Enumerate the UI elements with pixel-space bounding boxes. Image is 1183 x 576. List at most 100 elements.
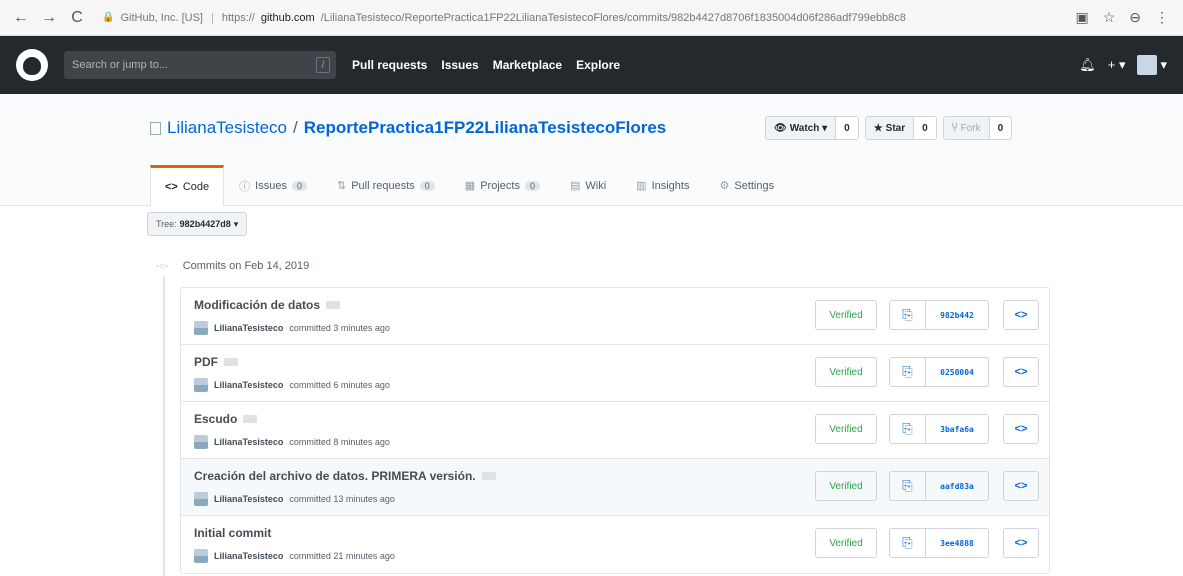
repo-owner-link[interactable]: LilianaTesisteco <box>167 118 287 138</box>
star-button[interactable]: ★ Star <box>865 117 915 139</box>
author-avatar[interactable] <box>194 321 208 335</box>
star-count[interactable]: 0 <box>914 117 936 139</box>
header-actions: 🔔︎ + ▾ ▾ <box>1079 55 1167 75</box>
commit-message-link[interactable]: Modificación de datos <box>194 298 320 312</box>
fork-count[interactable]: 0 <box>989 117 1012 139</box>
clipboard-icon[interactable]: ⎘ <box>890 472 926 500</box>
browse-code-button[interactable]: <> <box>1003 357 1039 387</box>
tab-counter: 0 <box>524 180 540 191</box>
project-icon: ▦ <box>464 180 476 192</box>
clipboard-icon[interactable]: ⎘ <box>890 358 926 386</box>
commit-author[interactable]: LilianaTesisteco <box>214 437 283 447</box>
browser-menu-icon[interactable]: ⋮ <box>1155 9 1169 26</box>
verified-badge[interactable]: Verified <box>815 471 877 501</box>
bookmark-star-icon[interactable]: ☆ <box>1103 9 1116 26</box>
repo-name-link[interactable]: ReportePractica1FP22LilianaTesistecoFlor… <box>304 118 667 138</box>
commit-message-link[interactable]: Initial commit <box>194 526 271 540</box>
clipboard-icon[interactable]: ⎘ <box>890 301 926 329</box>
watch-button[interactable]: 👁︎ Watch ▾ <box>766 117 837 139</box>
tab-insights[interactable]: ▥ Insights <box>621 165 704 205</box>
verified-badge[interactable]: Verified <box>815 528 877 558</box>
create-new-button[interactable]: + ▾ <box>1108 57 1126 73</box>
search-input[interactable]: Search or jump to... / <box>64 51 336 79</box>
verified-badge[interactable]: Verified <box>815 414 877 444</box>
user-menu[interactable]: ▾ <box>1137 55 1167 75</box>
nav-issues[interactable]: Issues <box>441 58 478 72</box>
star-group: ★ Star 0 <box>864 116 937 140</box>
tab-label: Code <box>182 181 210 193</box>
repo-tabs: <> Code ⓘ Issues 0 ⇅ Pull requests 0 ▦ P… <box>150 165 789 206</box>
commit-sha-link[interactable]: 3bafa6a <box>926 415 988 443</box>
commit-sha-link[interactable]: 982b442 <box>926 301 988 329</box>
tab-wiki[interactable]: ▤ Wiki <box>555 165 621 205</box>
commit-author[interactable]: LilianaTesisteco <box>214 323 283 333</box>
commit-meta: LilianaTesisteco committed 3 minutes ago <box>194 321 390 335</box>
commit-author[interactable]: LilianaTesisteco <box>214 551 283 561</box>
commit-row: Initial commit LilianaTesisteco committe… <box>181 516 1049 573</box>
address-bar[interactable]: 🔒 GitHub, Inc. [US] | https:// github.com… <box>94 5 1069 31</box>
pull-request-icon: ⇅ <box>336 180 347 192</box>
search-placeholder: Search or jump to... <box>72 59 168 71</box>
translate-icon[interactable]: ▣ <box>1075 9 1088 26</box>
site-identity: GitHub, Inc. [US] <box>120 11 203 24</box>
browse-code-button[interactable]: <> <box>1003 300 1039 330</box>
commit-sha-link[interactable]: aafd83a <box>926 472 988 500</box>
commit-meta: LilianaTesisteco committed 13 minutes ag… <box>194 492 395 506</box>
git-commit-icon: -○- <box>156 260 169 272</box>
browse-code-button[interactable]: <> <box>1003 528 1039 558</box>
verified-badge[interactable]: Verified <box>815 357 877 387</box>
tab-label: Issues <box>255 179 287 192</box>
author-avatar[interactable] <box>194 492 208 506</box>
github-logo-icon[interactable] <box>16 49 48 81</box>
ellipsis-expander[interactable] <box>481 472 496 480</box>
clipboard-icon[interactable]: ⎘ <box>890 415 926 443</box>
author-avatar[interactable] <box>194 378 208 392</box>
browse-code-button[interactable]: <> <box>1003 471 1039 501</box>
tab-projects[interactable]: ▦ Projects 0 <box>450 165 555 205</box>
tab-code[interactable]: <> Code <box>150 165 225 206</box>
commit-message-link[interactable]: Creación del archivo de datos. PRIMERA v… <box>194 469 476 483</box>
tab-label: Pull requests <box>351 179 415 192</box>
sha-group: ⎘ 3ee4888 <box>889 528 989 558</box>
nav-explore[interactable]: Explore <box>576 58 620 72</box>
tab-label: Settings <box>734 179 775 192</box>
tab-issues[interactable]: ⓘ Issues 0 <box>224 165 322 205</box>
commit-author[interactable]: LilianaTesisteco <box>214 380 283 390</box>
commit-time: committed 8 minutes ago <box>289 437 390 447</box>
ellipsis-expander[interactable] <box>224 358 238 366</box>
clipboard-icon[interactable]: ⎘ <box>890 529 926 557</box>
forward-icon[interactable]: → <box>38 7 60 29</box>
fork-button[interactable]: Ⴤ Fork <box>943 117 990 139</box>
commit-row: PDF LilianaTesisteco committed 6 minutes… <box>181 345 1049 402</box>
tab-label: Wiki <box>585 179 607 192</box>
commit-group-title: -○- Commits on Feb 14, 2019 <box>156 260 309 272</box>
tab-settings[interactable]: ⚙ Settings <box>704 165 789 205</box>
browse-code-button[interactable]: <> <box>1003 414 1039 444</box>
nav-pull-requests[interactable]: Pull requests <box>352 58 427 72</box>
watch-group: 👁︎ Watch ▾ 0 <box>765 116 859 140</box>
commit-message-link[interactable]: PDF <box>194 355 218 369</box>
watch-count[interactable]: 0 <box>836 117 858 139</box>
back-icon[interactable]: ← <box>10 7 32 29</box>
repo-title-separator: / <box>293 118 298 137</box>
tab-pull-requests[interactable]: ⇅ Pull requests 0 <box>322 165 450 205</box>
github-header: Search or jump to... / Pull requests Iss… <box>0 36 1183 94</box>
sha-group: ⎘ aafd83a <box>889 471 989 501</box>
commit-author[interactable]: LilianaTesisteco <box>214 494 283 504</box>
commit-sha-link[interactable]: 3ee4888 <box>926 529 988 557</box>
ellipsis-expander[interactable] <box>243 415 258 423</box>
commit-sha-link[interactable]: 0250004 <box>926 358 988 386</box>
author-avatar[interactable] <box>194 549 208 563</box>
fork-icon: Ⴤ <box>951 122 958 134</box>
reload-icon[interactable]: C <box>66 7 88 29</box>
ellipsis-expander[interactable] <box>326 301 341 309</box>
verified-badge[interactable]: Verified <box>815 300 877 330</box>
header-nav: Pull requests Issues Marketplace Explore <box>352 58 620 72</box>
commit-message-link[interactable]: Escudo <box>194 412 237 426</box>
profile-icon[interactable]: ⊖ <box>1129 9 1141 26</box>
commit-row: Creación del archivo de datos. PRIMERA v… <box>181 459 1049 516</box>
notifications-bell-icon[interactable]: 🔔︎ <box>1079 57 1096 73</box>
author-avatar[interactable] <box>194 435 208 449</box>
branch-select-button[interactable]: Tree: 982b4427d8 ▾ <box>147 212 248 236</box>
nav-marketplace[interactable]: Marketplace <box>493 58 562 72</box>
